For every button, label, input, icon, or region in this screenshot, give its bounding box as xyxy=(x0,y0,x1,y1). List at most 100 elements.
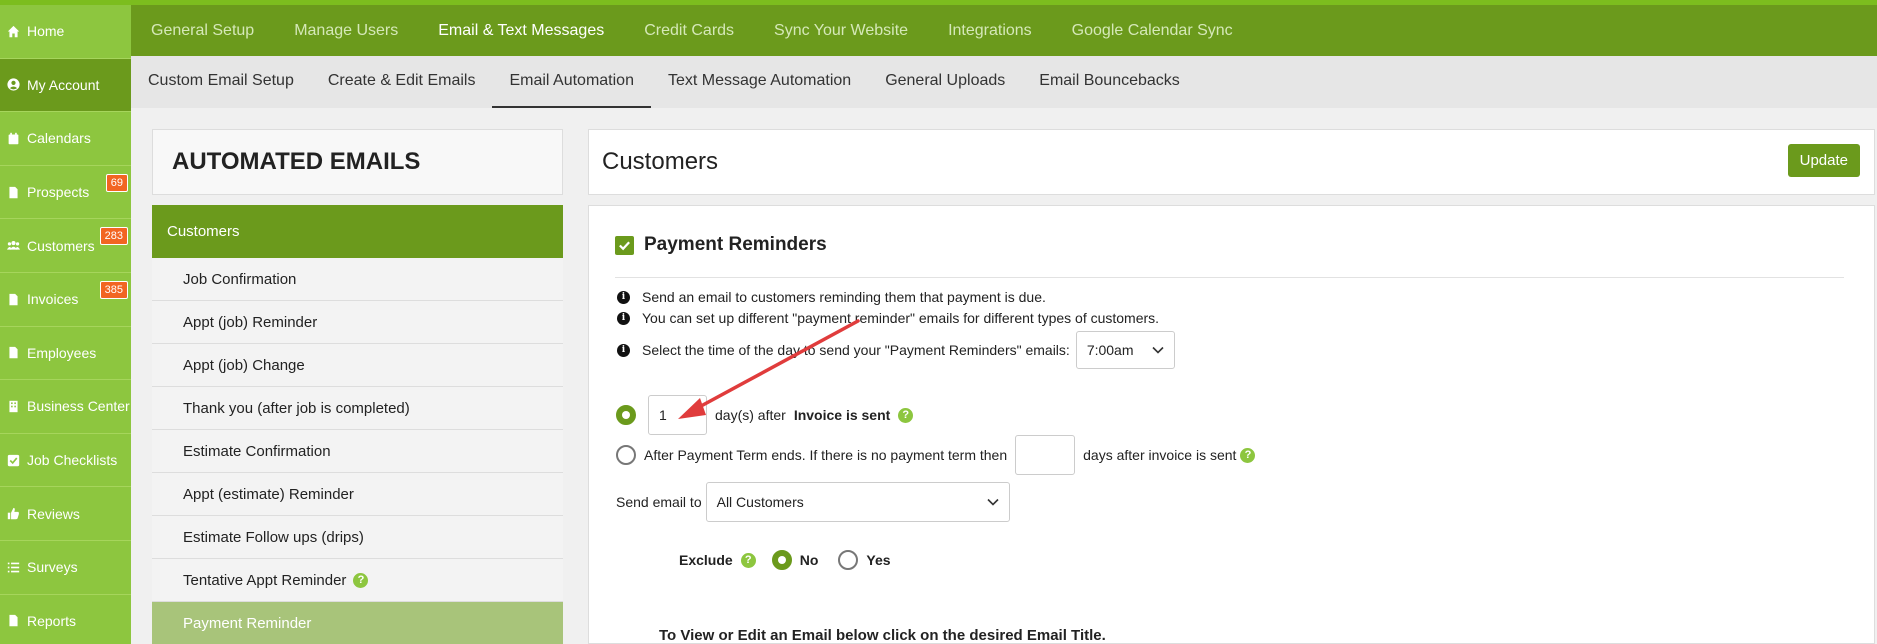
days-after-invoice-text: days after invoice is sent xyxy=(1083,447,1237,463)
footer-instruction: To View or Edit an Email below click on … xyxy=(659,627,1106,644)
email-item-tentative-appt-reminder[interactable]: Tentative Appt Reminder ? xyxy=(152,559,563,602)
send-email-to-row: Send email to All Customers xyxy=(616,482,1010,522)
info-text: You can set up different "payment remind… xyxy=(642,310,1160,326)
sub-navigation: Custom Email Setup Create & Edit Emails … xyxy=(131,56,1877,108)
subtab-custom-email-setup[interactable]: Custom Email Setup xyxy=(148,56,311,108)
email-item-appt-job-change[interactable]: Appt (job) Change xyxy=(152,344,563,387)
exclude-no-label: No xyxy=(799,552,819,568)
help-icon[interactable]: ? xyxy=(353,572,369,588)
sidebar-item-home[interactable]: Home xyxy=(0,5,131,59)
panel-title: AUTOMATED EMAILS xyxy=(172,148,421,175)
days-input[interactable]: 1 xyxy=(648,395,707,435)
sidebar-item-label: Invoices xyxy=(27,291,79,308)
email-item-estimate-follow-ups[interactable]: Estimate Follow ups (drips) xyxy=(152,516,563,559)
subtab-email-automation[interactable]: Email Automation xyxy=(492,56,651,108)
radio-after-payment-term[interactable] xyxy=(616,445,636,465)
exclude-label: Exclude xyxy=(679,552,733,568)
section-header: Payment Reminders xyxy=(615,234,1844,278)
info-icon: i xyxy=(617,290,630,304)
tab-email-text-messages[interactable]: Email & Text Messages xyxy=(438,22,604,40)
sidebar-item-employees[interactable]: Employees xyxy=(0,327,131,381)
update-button[interactable]: Update xyxy=(1787,144,1860,177)
days-after-text: day(s) after xyxy=(715,407,786,423)
email-item-appt-estimate-reminder[interactable]: Appt (estimate) Reminder xyxy=(152,473,563,516)
customers-header: Customers Update xyxy=(588,129,1875,195)
sidebar-item-label: Customers xyxy=(27,237,95,254)
option-days-after-invoice: 1 day(s) after Invoice is sent ? xyxy=(616,395,914,435)
payment-reminders-panel: Payment Reminders i Send an email to cus… xyxy=(588,205,1875,644)
sidebar-item-surveys[interactable]: Surveys xyxy=(0,541,131,595)
radio-days-after-invoice[interactable] xyxy=(616,405,636,425)
building-icon xyxy=(6,399,20,413)
sidebar-item-customers[interactable]: Customers 283 xyxy=(0,219,131,273)
payment-term-days-input[interactable] xyxy=(1015,435,1076,475)
sidebar-item-label: Employees xyxy=(27,344,97,361)
subtab-general-uploads[interactable]: General Uploads xyxy=(868,56,1022,108)
sidebar-item-calendars[interactable]: Calendars xyxy=(0,112,131,166)
sidebar-item-label: My Account xyxy=(27,76,100,93)
top-navigation: General Setup Manage Users Email & Text … xyxy=(131,0,1877,56)
sidebar-item-business-center[interactable]: Business Center xyxy=(0,380,131,434)
home-icon xyxy=(6,24,20,38)
email-category-customers[interactable]: Customers xyxy=(152,205,563,258)
document-icon xyxy=(6,292,20,306)
tab-sync-your-website[interactable]: Sync Your Website xyxy=(774,22,908,40)
sidebar-item-label: Surveys xyxy=(27,559,78,576)
email-item-label: Tentative Appt Reminder xyxy=(183,571,347,589)
info-icon: i xyxy=(617,343,630,357)
exclude-row: Exclude ? No Yes xyxy=(679,550,891,570)
payment-reminders-checkbox[interactable] xyxy=(615,236,634,255)
sidebar-item-label: Reviews xyxy=(27,505,80,522)
exclude-yes-label: Yes xyxy=(866,552,891,568)
sidebar-item-label: Business Center xyxy=(27,398,130,415)
section-title: Payment Reminders xyxy=(644,234,827,255)
info-line: i Send an email to customers reminding t… xyxy=(617,289,1046,305)
send-to-select[interactable]: All Customers xyxy=(705,482,1010,522)
help-icon[interactable]: ? xyxy=(898,407,914,423)
sidebar: Home My Account Calendars Prospects 69 C… xyxy=(0,0,131,644)
tab-manage-users[interactable]: Manage Users xyxy=(294,22,398,40)
info-line: i Select the time of the day to send you… xyxy=(617,331,1175,369)
help-icon[interactable]: ? xyxy=(1240,447,1256,463)
checkbox-icon xyxy=(6,453,20,467)
invoice-sent-text: Invoice is sent xyxy=(793,407,891,423)
email-item-appt-job-reminder[interactable]: Appt (job) Reminder xyxy=(152,301,563,344)
document-icon xyxy=(6,185,20,199)
list-icon xyxy=(6,560,20,574)
tab-credit-cards[interactable]: Credit Cards xyxy=(644,22,734,40)
email-item-estimate-confirmation[interactable]: Estimate Confirmation xyxy=(152,430,563,473)
count-badge: 385 xyxy=(99,280,128,299)
info-text: Select the time of the day to send your … xyxy=(642,342,1070,358)
radio-exclude-no[interactable] xyxy=(771,550,792,570)
page-title: Customers xyxy=(602,148,719,175)
subtab-email-bouncebacks[interactable]: Email Bouncebacks xyxy=(1022,56,1197,108)
tab-integrations[interactable]: Integrations xyxy=(948,22,1032,40)
time-select[interactable]: 7:00am xyxy=(1075,331,1175,369)
tab-general-setup[interactable]: General Setup xyxy=(151,22,254,40)
email-item-job-confirmation[interactable]: Job Confirmation xyxy=(152,258,563,301)
radio-exclude-yes[interactable] xyxy=(838,550,859,570)
sidebar-item-invoices[interactable]: Invoices 385 xyxy=(0,273,131,327)
thumbs-up-icon xyxy=(6,507,20,521)
time-select-value: 7:00am xyxy=(1086,342,1134,358)
count-badge: 283 xyxy=(99,227,128,246)
chevron-down-icon xyxy=(1152,346,1164,354)
sidebar-item-prospects[interactable]: Prospects 69 xyxy=(0,166,131,220)
sidebar-item-label: Calendars xyxy=(27,130,91,147)
tab-google-calendar-sync[interactable]: Google Calendar Sync xyxy=(1072,22,1233,40)
sidebar-item-reviews[interactable]: Reviews xyxy=(0,487,131,541)
send-to-select-value: All Customers xyxy=(716,494,804,510)
document-icon xyxy=(6,614,20,628)
sidebar-item-my-account[interactable]: My Account xyxy=(0,58,131,113)
send-to-label: Send email to xyxy=(616,494,702,510)
email-item-payment-reminder[interactable]: Payment Reminder xyxy=(152,602,563,644)
help-icon[interactable]: ? xyxy=(740,552,756,568)
email-item-thank-you[interactable]: Thank you (after job is completed) xyxy=(152,387,563,430)
sidebar-item-reports[interactable]: Reports xyxy=(0,595,131,644)
sidebar-item-label: Home xyxy=(27,23,65,40)
sidebar-item-job-checklists[interactable]: Job Checklists xyxy=(0,434,131,488)
subtab-text-message-automation[interactable]: Text Message Automation xyxy=(651,56,868,108)
chevron-down-icon xyxy=(987,498,999,506)
subtab-create-edit-emails[interactable]: Create & Edit Emails xyxy=(311,56,493,108)
document-icon xyxy=(6,346,20,360)
